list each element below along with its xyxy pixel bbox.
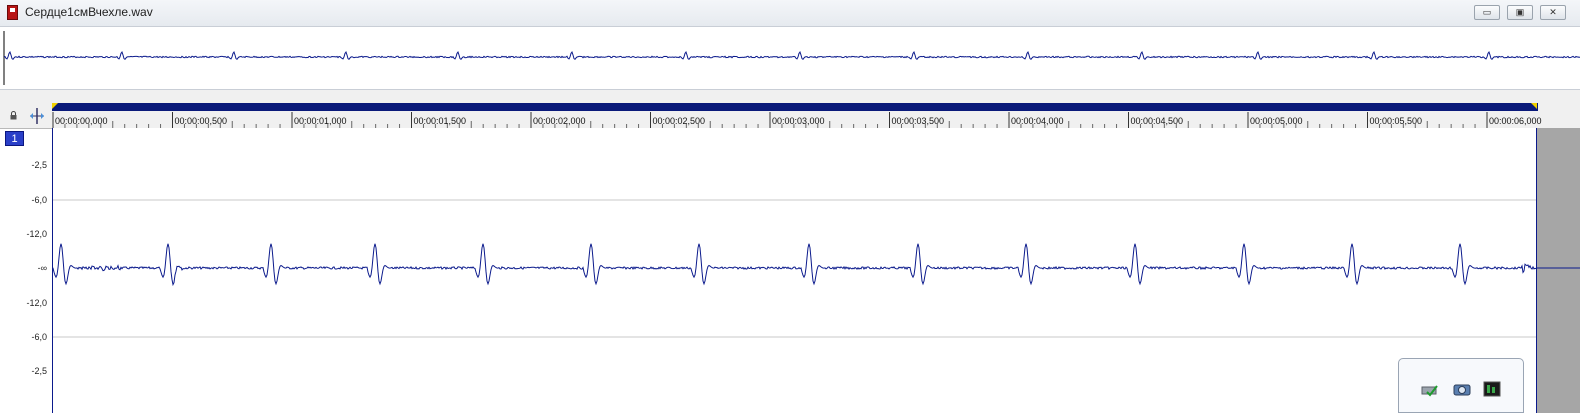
title-bar: Сердце1смВчехле.wav ▭ ▣ ✕ xyxy=(0,0,1580,27)
time-ruler: 00:00:00,000 00:00:00,500 00:00:01,000 00:0… xyxy=(52,112,1542,128)
ruler-time-label: 00:00:02,500 xyxy=(653,116,706,126)
overview-waveform[interactable] xyxy=(0,27,1580,90)
ruler-time-label: 00:00:04,500 xyxy=(1131,116,1184,126)
overview-waveform-svg xyxy=(3,31,1580,85)
ruler-time-label: 00:00:02,000 xyxy=(533,116,586,126)
tray-popup xyxy=(1398,358,1524,413)
ruler-time-label: 00:00:05,500 xyxy=(1370,116,1423,126)
window-title: Сердце1смВчехле.wav xyxy=(25,5,153,19)
waveform-view[interactable] xyxy=(0,128,1537,413)
ruler-time-label: 00:00:00,500 xyxy=(175,116,228,126)
ruler-time-label: 00:00:03,500 xyxy=(892,116,945,126)
ruler-time-label: 00:00:05,000 xyxy=(1250,116,1303,126)
empty-track-area xyxy=(1537,128,1580,413)
close-button[interactable]: ✕ xyxy=(1540,5,1566,20)
network-icon[interactable] xyxy=(1421,381,1439,397)
selection-start-marker[interactable] xyxy=(52,103,58,109)
wav-file-icon xyxy=(7,5,18,20)
minimize-button[interactable]: ▭ xyxy=(1474,5,1500,20)
ruler-time-label: 00:00:03,000 xyxy=(772,116,825,126)
selection-end-marker[interactable] xyxy=(1531,103,1537,109)
ruler-time-label: 00:00:06,000 xyxy=(1489,116,1542,126)
restore-button[interactable]: ▣ xyxy=(1507,5,1533,20)
selection-bar[interactable] xyxy=(52,103,1538,111)
speaker-icon[interactable] xyxy=(1483,381,1501,397)
ruler-time-label: 00:00:04,000 xyxy=(1011,116,1064,126)
ruler-time-label: 00:00:01,500 xyxy=(414,116,467,126)
ruler-time-label: 00:00:00,000 xyxy=(55,116,108,126)
ruler-time-label: 00:00:01,000 xyxy=(294,116,347,126)
camera-icon[interactable] xyxy=(1453,381,1471,397)
